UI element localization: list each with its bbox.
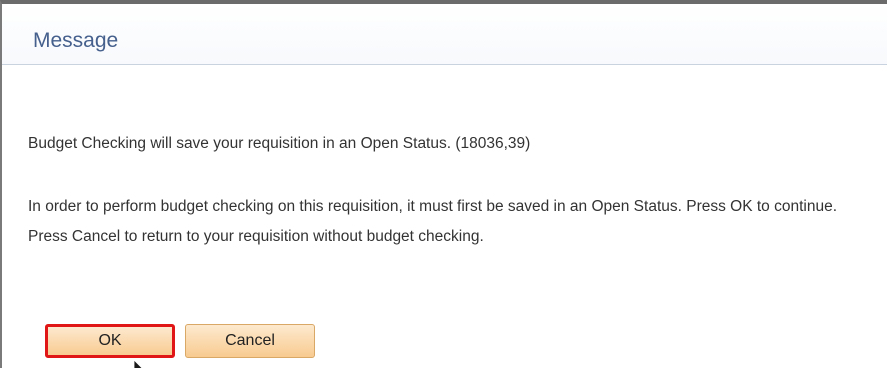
dialog-header: Message (2, 4, 887, 65)
message-line-2: In order to perform budget checking on t… (28, 198, 838, 245)
message-line-1: Budget Checking will save your requisiti… (28, 135, 531, 152)
dialog-title: Message (33, 29, 119, 52)
mouse-pointer-icon (133, 360, 143, 368)
cancel-button[interactable]: Cancel (185, 324, 315, 358)
ok-button[interactable]: OK (45, 324, 175, 358)
message-dialog: Message Budget Checking will save your r… (0, 0, 887, 368)
